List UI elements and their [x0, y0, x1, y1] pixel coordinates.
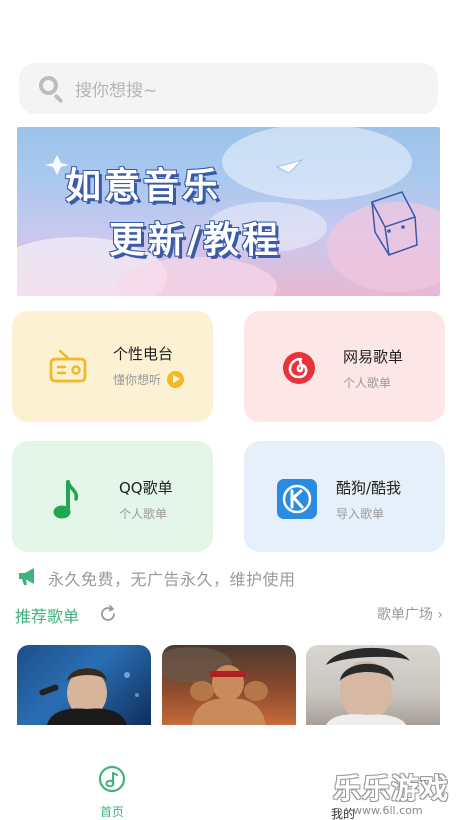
refresh-icon[interactable] — [98, 604, 118, 628]
playlist-thumbnail[interactable] — [306, 645, 440, 725]
card-title: QQ歌单 — [119, 479, 173, 497]
playlist-thumbnail[interactable] — [17, 645, 151, 725]
banner-title-line1: 如意音乐 — [65, 166, 222, 207]
card-kugou-kuwo[interactable]: 酷狗/酷我 导入歌单 — [244, 441, 445, 552]
search-placeholder: 搜你想搜~ — [75, 81, 158, 101]
notice-text: 永久免费，无广告永久，维护使用 — [48, 570, 296, 589]
search-icon — [39, 75, 65, 103]
play-icon[interactable] — [167, 371, 185, 388]
card-personal-radio[interactable]: 个性电台 懂你想听 — [12, 311, 213, 422]
card-subtitle: 懂你想听 — [113, 371, 185, 388]
tab-mine[interactable]: 我的 — [331, 805, 355, 820]
card-subtitle: 个人歌单 — [343, 376, 392, 390]
card-title: 个性电台 — [113, 345, 174, 363]
card-subtitle-text: 懂你想听 — [113, 373, 162, 387]
banner-update-tutorial[interactable]: 如意音乐 更新/教程 — [17, 127, 440, 296]
search-bar[interactable]: 搜你想搜~ — [19, 63, 438, 114]
radio-icon — [49, 349, 87, 387]
card-title: 网易歌单 — [343, 348, 404, 366]
megaphone-icon — [17, 566, 39, 590]
home-music-icon — [98, 765, 126, 797]
card-subtitle: 导入歌单 — [336, 507, 385, 521]
music-note-icon — [52, 479, 79, 525]
tab-home-label: 首页 — [99, 805, 124, 819]
card-subtitle: 个人歌单 — [119, 507, 168, 521]
watermark-text: 乐乐游戏 — [333, 772, 450, 805]
watermark-logo: 乐乐游戏 www.6ll.com — [333, 767, 450, 817]
playlist-thumbnail[interactable] — [162, 645, 296, 725]
playlist-square-link[interactable]: 歌单广场 › — [377, 604, 443, 624]
watermark-url: www.6ll.com — [353, 804, 423, 817]
netease-music-icon — [282, 351, 316, 389]
kugou-icon — [277, 479, 317, 523]
card-title: 酷狗/酷我 — [336, 479, 402, 497]
recommend-title: 推荐歌单 — [15, 607, 80, 626]
notice-bar: 永久免费，无广告永久，维护使用 — [17, 566, 296, 590]
tab-home[interactable]: 首页 — [92, 765, 132, 820]
card-netease-playlist[interactable]: 网易歌单 个人歌单 — [244, 311, 445, 422]
banner-title-line2: 更新/教程 — [109, 220, 282, 261]
card-qq-playlist[interactable]: QQ歌单 个人歌单 — [12, 441, 213, 552]
